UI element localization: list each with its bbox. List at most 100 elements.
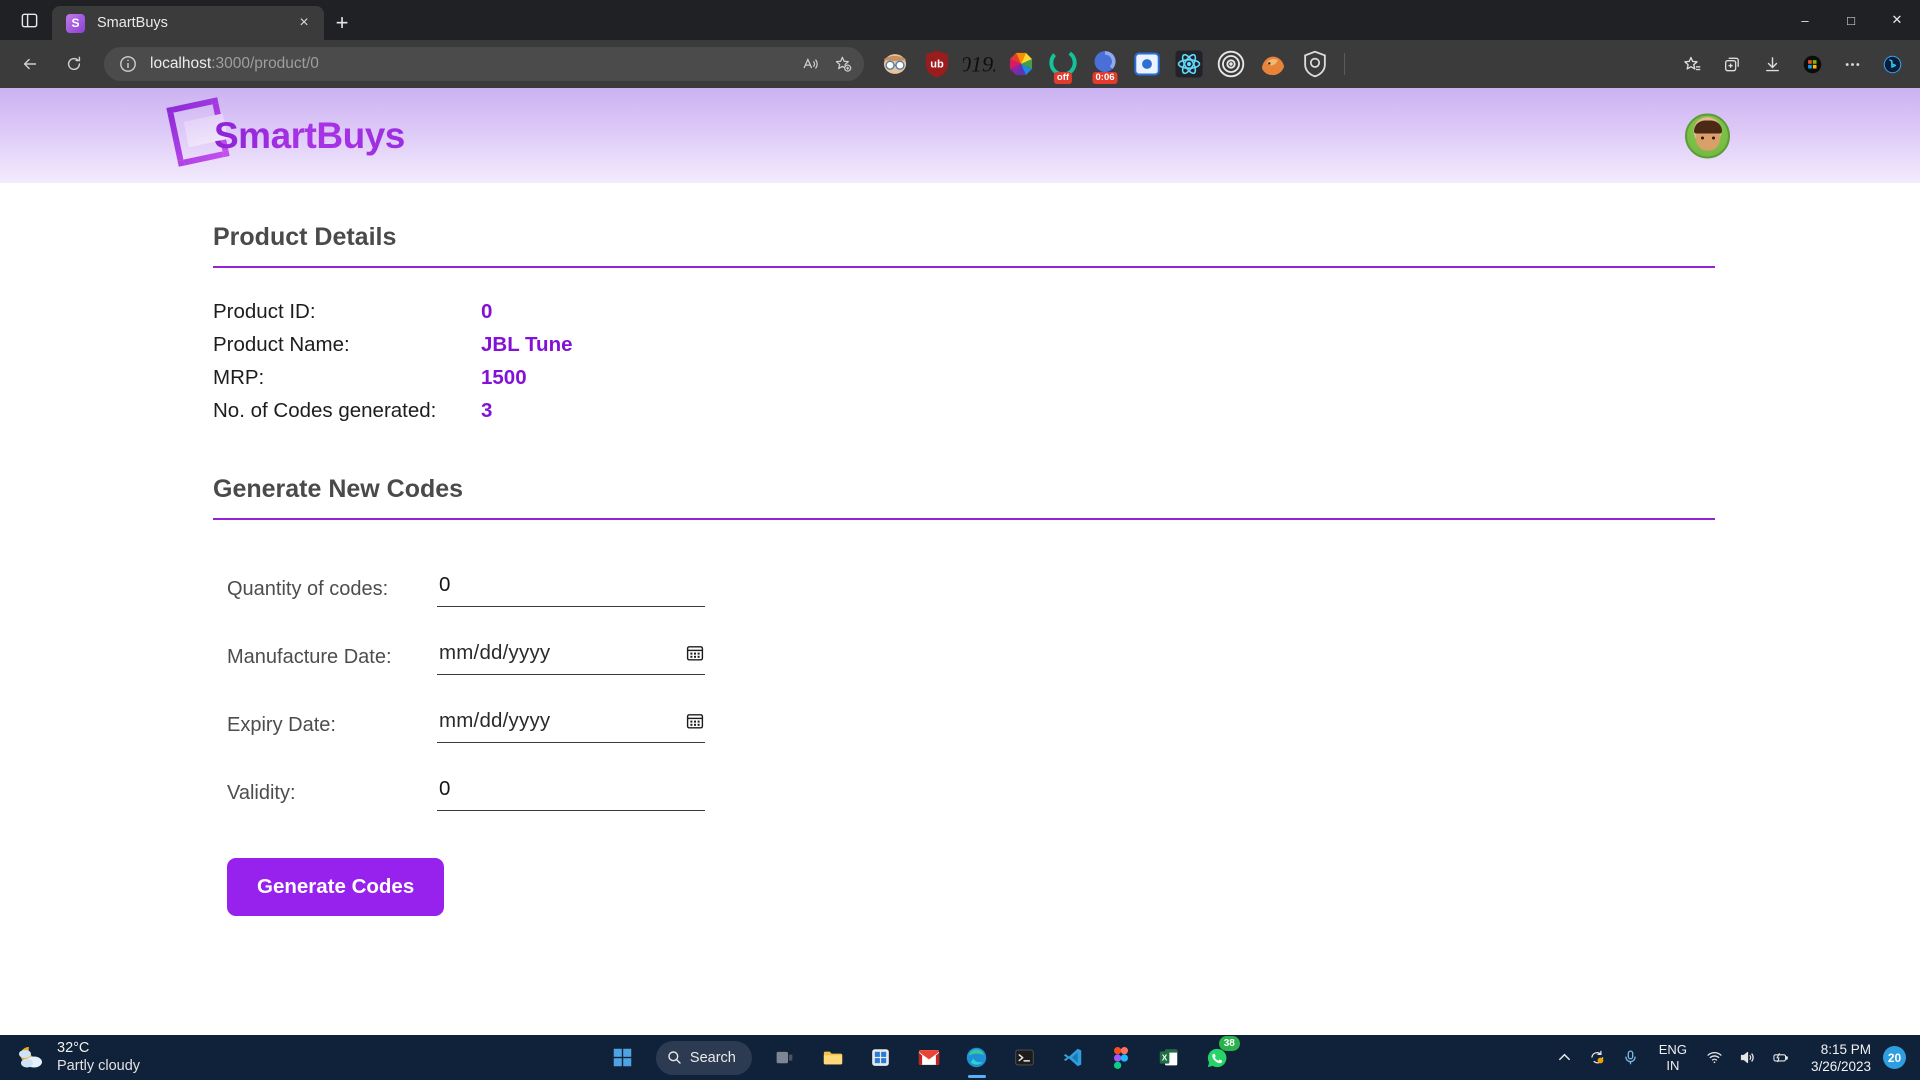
site-info-icon[interactable] bbox=[118, 54, 138, 74]
bing-copilot-icon[interactable] bbox=[1875, 47, 1909, 81]
mathjax-extension-icon[interactable]: \u0192? bbox=[963, 48, 995, 80]
read-aloud-icon[interactable] bbox=[796, 50, 826, 78]
detail-label: Product Name: bbox=[213, 333, 350, 357]
clock[interactable]: 8:15 PM 3/26/2023 bbox=[1799, 1041, 1880, 1075]
task-view-button[interactable] bbox=[763, 1038, 807, 1078]
avatar-eye-left bbox=[1700, 136, 1704, 139]
microsoft-store-button[interactable] bbox=[859, 1038, 903, 1078]
windows-taskbar: 32°C Partly cloudy Search X 38 ENG IN 8:… bbox=[0, 1035, 1920, 1080]
notification-badge[interactable]: 20 bbox=[1883, 1046, 1906, 1069]
tab-strip: S SmartBuys × + – □ ✕ bbox=[0, 0, 1920, 40]
excel-button[interactable]: X bbox=[1147, 1038, 1191, 1078]
svg-text:\u0192?: \u0192? bbox=[963, 51, 995, 76]
web-page: SmartBuys Product Details Product ID: 0 … bbox=[0, 88, 1920, 1035]
clockify-badge: 0:06 bbox=[1092, 71, 1118, 84]
quantity-of-codes-value: 0 bbox=[439, 572, 451, 596]
firefox-send-extension-icon[interactable] bbox=[1257, 48, 1289, 80]
react-devtools-extension-icon[interactable] bbox=[1173, 48, 1205, 80]
detail-label: MRP: bbox=[213, 366, 265, 390]
address-bar[interactable]: localhost:3000/product/0 bbox=[104, 47, 864, 81]
detail-row-product-name: Product Name: JBL Tune bbox=[213, 329, 1715, 360]
colorzilla-extension-icon[interactable] bbox=[1005, 48, 1037, 80]
generate-codes-button[interactable]: Generate Codes bbox=[227, 857, 445, 916]
avatar-hair bbox=[1693, 120, 1722, 133]
favorites-icon[interactable] bbox=[1675, 47, 1709, 81]
browser-tab[interactable]: S SmartBuys × bbox=[52, 6, 324, 40]
weather-widget[interactable]: 32°C Partly cloudy bbox=[0, 1040, 290, 1075]
calendar-icon[interactable] bbox=[685, 643, 705, 663]
detail-value: 1500 bbox=[481, 366, 527, 390]
settings-and-more-icon[interactable] bbox=[1835, 47, 1869, 81]
form-row-expiry-date: Expiry Date: mm/dd/yyyy bbox=[227, 692, 1715, 760]
product-details-section: Product Details Product ID: 0 Product Na… bbox=[213, 223, 1715, 427]
validity-label: Validity: bbox=[227, 782, 296, 805]
validity-input[interactable]: 0 bbox=[437, 777, 705, 811]
expiry-date-label: Expiry Date: bbox=[227, 714, 336, 737]
onedrive-sync-icon[interactable] bbox=[1583, 1041, 1613, 1075]
show-hidden-icons-chevron[interactable] bbox=[1550, 1041, 1580, 1075]
close-window-button[interactable]: ✕ bbox=[1874, 0, 1920, 40]
svg-text:X: X bbox=[1162, 1053, 1168, 1063]
taskbar-search[interactable]: Search bbox=[655, 1040, 752, 1075]
weather-condition: Partly cloudy bbox=[57, 1057, 141, 1074]
expiry-date-input[interactable]: mm/dd/yyyy bbox=[437, 709, 705, 743]
browser-window: S SmartBuys × + – □ ✕ localhost:3000/pro… bbox=[0, 0, 1920, 1035]
clock-time: 8:15 PM bbox=[1820, 1041, 1871, 1057]
address-bar-row: localhost:3000/product/0 ub 19 off 0:06 bbox=[0, 40, 1920, 88]
add-favorite-icon[interactable] bbox=[828, 50, 858, 78]
clockify-extension-icon[interactable]: 0:06 bbox=[1089, 48, 1121, 84]
minimize-button[interactable]: – bbox=[1782, 0, 1828, 40]
whatsapp-button[interactable]: 38 bbox=[1195, 1035, 1240, 1078]
downloads-icon[interactable] bbox=[1755, 47, 1789, 81]
quantity-of-codes-input[interactable]: 0 bbox=[437, 573, 705, 607]
file-explorer-button[interactable] bbox=[811, 1038, 855, 1078]
weather-text: 32°C Partly cloudy bbox=[57, 1040, 140, 1075]
microphone-icon[interactable] bbox=[1616, 1041, 1646, 1075]
vscode-button[interactable] bbox=[1051, 1038, 1095, 1078]
search-icon bbox=[668, 1051, 681, 1064]
product-details-heading: Product Details bbox=[213, 223, 397, 251]
battery-icon[interactable] bbox=[1766, 1041, 1796, 1075]
close-tab-icon[interactable]: × bbox=[293, 12, 315, 34]
language-line2: IN bbox=[1666, 1057, 1680, 1073]
window-controls: – □ ✕ bbox=[1782, 0, 1920, 40]
avatar-eye-right bbox=[1711, 136, 1715, 139]
manufacture-date-placeholder: mm/dd/yyyy bbox=[439, 640, 551, 664]
target-extension-icon[interactable] bbox=[1215, 48, 1247, 80]
grammarly-extension-icon[interactable]: off bbox=[1047, 48, 1079, 84]
tab-favicon-icon: S bbox=[66, 13, 85, 33]
toolbar-divider bbox=[1344, 53, 1345, 75]
tab-actions-icon[interactable] bbox=[6, 0, 52, 40]
maximize-button[interactable]: □ bbox=[1828, 0, 1874, 40]
start-button[interactable] bbox=[601, 1038, 645, 1078]
detail-value: JBL Tune bbox=[481, 333, 573, 357]
terminal-button[interactable] bbox=[1003, 1038, 1047, 1078]
edge-button[interactable] bbox=[955, 1038, 999, 1078]
language-indicator[interactable]: ENG IN bbox=[1649, 1042, 1697, 1074]
loom-extension-icon[interactable] bbox=[1131, 48, 1163, 80]
wifi-icon[interactable] bbox=[1700, 1041, 1730, 1075]
clock-date: 3/26/2023 bbox=[1810, 1058, 1871, 1074]
new-tab-button[interactable]: + bbox=[324, 6, 360, 40]
ublock-origin-extension-icon[interactable]: ub bbox=[921, 48, 953, 80]
svg-text:ub: ub bbox=[930, 59, 944, 71]
page-content: Product Details Product ID: 0 Product Na… bbox=[0, 183, 1920, 916]
detail-value: 0 bbox=[481, 300, 493, 323]
calendar-icon[interactable] bbox=[685, 711, 705, 731]
user-avatar[interactable] bbox=[1685, 113, 1730, 158]
refresh-icon[interactable] bbox=[56, 46, 92, 82]
url-host: localhost bbox=[150, 55, 212, 72]
privacy-badger-extension-icon[interactable] bbox=[1299, 48, 1331, 80]
back-icon[interactable] bbox=[12, 46, 48, 82]
quantity-of-codes-label: Quantity of codes: bbox=[227, 578, 389, 601]
collections-icon[interactable] bbox=[1715, 47, 1749, 81]
bitwarden-extension-icon[interactable] bbox=[879, 48, 911, 80]
microsoft-rewards-icon[interactable] bbox=[1795, 47, 1829, 81]
manufacture-date-input[interactable]: mm/dd/yyyy bbox=[437, 641, 705, 675]
site-logo[interactable]: SmartBuys bbox=[166, 96, 405, 167]
generate-codes-heading: Generate New Codes bbox=[213, 474, 464, 503]
system-tray: ENG IN 8:15 PM 3/26/2023 20 bbox=[1550, 1041, 1920, 1075]
gmail-button[interactable] bbox=[907, 1038, 951, 1078]
volume-icon[interactable] bbox=[1733, 1041, 1763, 1075]
figma-button[interactable] bbox=[1099, 1038, 1143, 1078]
